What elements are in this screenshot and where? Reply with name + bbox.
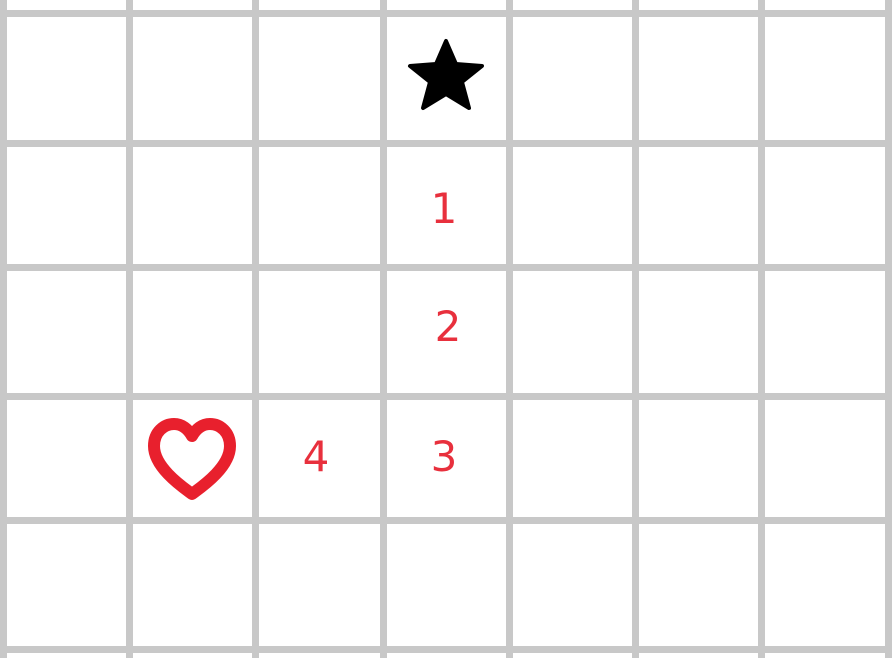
- step-label-2: 2: [434, 302, 462, 351]
- grid-line-vertical: [506, 0, 513, 658]
- grid-line-horizontal: [0, 264, 892, 271]
- step-label-1: 1: [430, 184, 458, 233]
- game-board: 1 2 3 4: [0, 0, 892, 658]
- grid-line-vertical: [632, 0, 639, 658]
- step-label-4: 4: [302, 432, 330, 481]
- grid-line-vertical: [758, 0, 765, 658]
- grid-line-vertical: [126, 0, 133, 658]
- grid-line-vertical: [0, 0, 7, 658]
- grid-line-vertical: [252, 0, 259, 658]
- star-icon[interactable]: [404, 38, 488, 112]
- grid-line-horizontal: [0, 140, 892, 147]
- grid-line-horizontal: [0, 646, 892, 653]
- grid-line-vertical: [380, 0, 387, 658]
- heart-icon[interactable]: [146, 418, 238, 502]
- grid-line-horizontal: [0, 393, 892, 400]
- grid-line-vertical: [885, 0, 892, 658]
- grid-line-horizontal: [0, 10, 892, 17]
- step-label-3: 3: [430, 432, 458, 481]
- grid-line-horizontal: [0, 517, 892, 524]
